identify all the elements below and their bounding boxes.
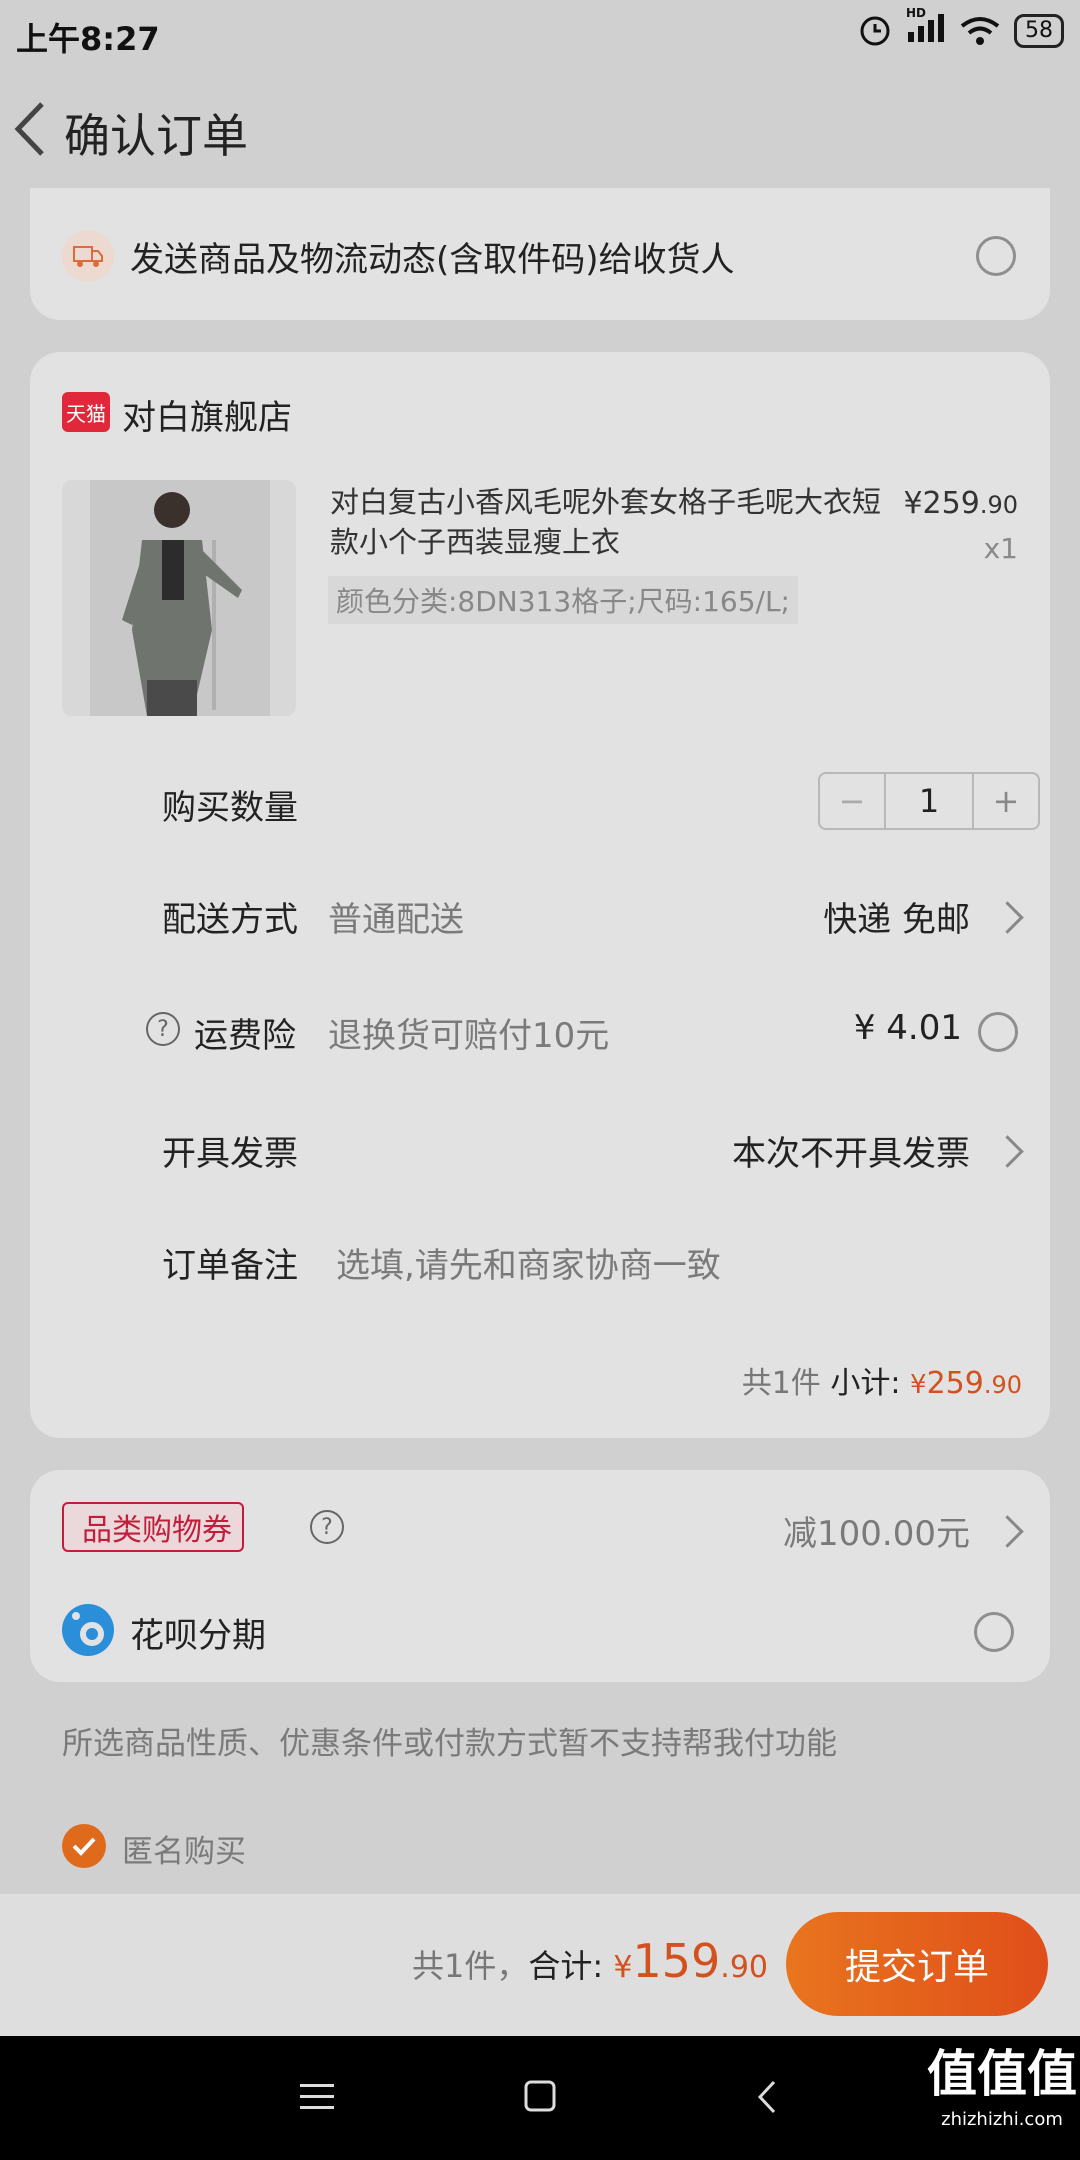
quantity-stepper: − 1 + (818, 772, 1040, 830)
total-amount: 159 (632, 1934, 721, 1988)
menu-icon[interactable] (300, 2082, 334, 2112)
coupon-tag[interactable]: 品类购物券 (62, 1502, 244, 1552)
subtotal-amount: 259 (926, 1366, 984, 1401)
help-icon[interactable]: ? (146, 1012, 180, 1046)
total-decimal: .90 (720, 1950, 768, 1985)
huabei-label: 花呗分期 (130, 1616, 266, 1656)
quantity-label: 购买数量 (162, 788, 298, 828)
hd-label: HD (906, 6, 927, 20)
notify-label: 发送商品及物流动态(含取件码)给收货人 (130, 240, 735, 280)
bottom-bar: 共1件，合计: ¥159.90 提交订单 (0, 1894, 1080, 2036)
invoice-chevron-icon[interactable] (991, 1135, 1024, 1168)
quantity-minus-button[interactable]: − (820, 774, 886, 828)
subtotal-yen: ¥ (910, 1370, 927, 1400)
wifi-icon (960, 17, 1000, 45)
huabei-radio[interactable] (974, 1612, 1014, 1652)
product-sku[interactable]: 颜色分类:8DN313格子;尺码:165/L; (328, 576, 798, 624)
tmall-badge: 天猫 (62, 392, 110, 432)
insurance-label: 运费险 (194, 1016, 296, 1056)
product-title[interactable]: 对白复古小香风毛呢外套女格子毛呢大衣短款小个子西装显瘦上衣 (330, 482, 890, 562)
status-time: 上午8:27 (16, 20, 160, 58)
insurance-desc: 退换货可赔付10元 (328, 1016, 610, 1056)
watermark-title: 值值值 (927, 2045, 1077, 2103)
quantity-value[interactable]: 1 (886, 774, 972, 828)
notice-text: 所选商品性质、优惠条件或付款方式暂不支持帮我付功能 (62, 1726, 837, 1762)
product-qty: x1 (983, 532, 1018, 565)
coupon-tag-text: 品类购物券 (82, 1513, 232, 1548)
alarm-icon (860, 16, 890, 46)
submit-order-label: 提交订单 (844, 1947, 989, 1988)
delivery-chevron-icon[interactable] (991, 901, 1024, 934)
notify-card: 发送商品及物流动态(含取件码)给收货人 (30, 188, 1050, 320)
note-label: 订单备注 (162, 1246, 298, 1286)
subtotal-count: 共1件 (741, 1366, 821, 1401)
total-label: 合计: (528, 1947, 604, 1985)
huabei-icon (62, 1604, 114, 1656)
delivery-value: 普通配送 (328, 900, 464, 940)
store-card: 天猫 对白旗舰店 对白复古小香风毛呢外套女格子毛呢大衣短款小个子西装显瘦上衣 ¥… (30, 352, 1050, 1438)
tmall-badge-text: 天猫 (66, 401, 106, 426)
insurance-radio[interactable] (978, 1012, 1018, 1052)
product-price: ¥259.90 (903, 486, 1018, 521)
page-title: 确认订单 (64, 109, 248, 163)
status-bar: 上午8:27 HD 58 (0, 0, 1080, 70)
submit-order-button[interactable]: 提交订单 (786, 1912, 1048, 2016)
truck-icon (62, 230, 114, 282)
product-image[interactable] (62, 480, 296, 716)
battery-icon: 58 (1014, 14, 1064, 48)
payment-card: 品类购物券 ? 减100.00元 花呗分期 (30, 1470, 1050, 1682)
system-nav-bar: 值值值 zhizhizhi.com (0, 2036, 1080, 2160)
invoice-label: 开具发票 (162, 1134, 298, 1174)
invoice-value[interactable]: 本次不开具发票 (732, 1126, 970, 1175)
store-name[interactable]: 对白旗舰店 (122, 390, 292, 439)
back-icon[interactable] (10, 94, 50, 164)
coupon-value[interactable]: 减100.00元 (783, 1506, 970, 1555)
total: 共1件，合计: ¥159.90 (412, 1934, 768, 1988)
anonymous-label[interactable]: 匿名购买 (122, 1826, 246, 1871)
anonymous-checkbox[interactable] (62, 1824, 106, 1868)
subtotal-decimal: .90 (983, 1371, 1022, 1399)
product-price-main: ¥259 (903, 486, 980, 521)
coupon-help-icon[interactable]: ? (310, 1510, 344, 1544)
quantity-plus-button[interactable]: + (972, 774, 1038, 828)
subtotal-label: 小计: (830, 1366, 901, 1401)
coupon-chevron-icon[interactable] (991, 1515, 1024, 1548)
note-input[interactable]: 选填,请先和商家协商一致 (336, 1238, 721, 1287)
watermark-url: zhizhizhi.com (941, 2109, 1063, 2130)
subtotal: 共1件 小计: ¥259.90 (742, 1358, 1022, 1402)
back-nav-icon[interactable] (756, 2080, 778, 2114)
status-icons: HD 58 (858, 6, 1064, 48)
product-price-decimal: .90 (979, 491, 1018, 519)
signal-icon: HD (906, 6, 946, 48)
check-icon (72, 1837, 96, 1856)
total-count: 共1件， (412, 1947, 529, 1985)
total-yen: ¥ (613, 1950, 633, 1985)
delivery-label: 配送方式 (162, 900, 298, 940)
delivery-right[interactable]: 快递 免邮 (823, 892, 970, 941)
watermark: 值值值 zhizhizhi.com (924, 2040, 1080, 2132)
notify-radio[interactable] (976, 236, 1016, 276)
insurance-price: ¥ 4.01 (853, 1008, 962, 1048)
home-icon[interactable] (524, 2080, 556, 2112)
nav-bar: 确认订单 (0, 80, 1080, 180)
